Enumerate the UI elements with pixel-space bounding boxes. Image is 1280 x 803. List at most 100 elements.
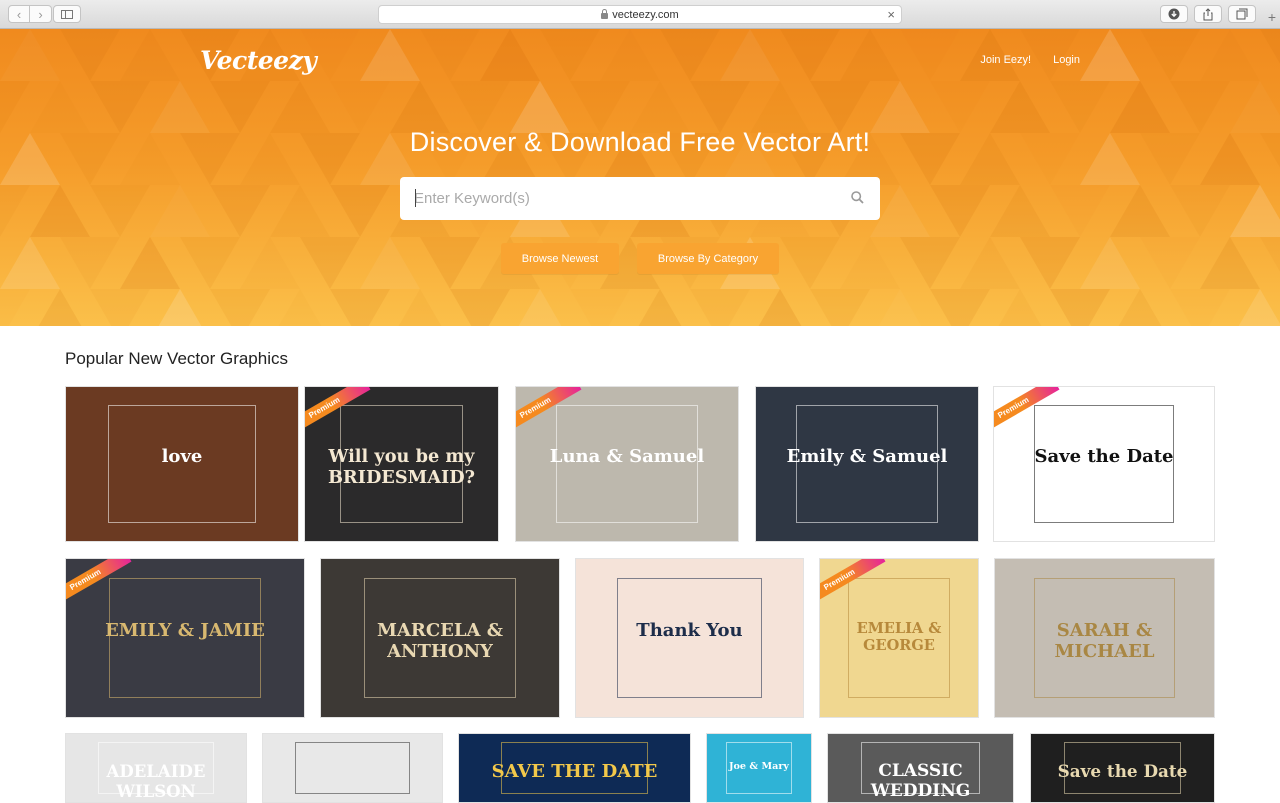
pattern-triangle bbox=[1050, 289, 1110, 326]
pattern-triangle bbox=[1260, 29, 1280, 81]
pattern-triangle bbox=[0, 237, 60, 289]
vector-thumbnail[interactable]: MARCELA & ANTHONY bbox=[320, 558, 560, 718]
search-icon[interactable] bbox=[851, 191, 864, 204]
downloads-button[interactable] bbox=[1160, 5, 1188, 23]
join-link[interactable]: Join Eezy! bbox=[980, 54, 1031, 66]
forward-button[interactable]: › bbox=[30, 5, 52, 23]
pattern-triangle bbox=[270, 81, 330, 133]
new-tab-icon[interactable]: + bbox=[1268, 9, 1276, 25]
vector-thumbnail[interactable]: Will you be my BRIDESMAID? Premium bbox=[304, 386, 499, 542]
thumbnail-artwork: CLASSIC WEDDING INVITATION bbox=[828, 734, 1013, 802]
thumbnail-title: MARCELA & ANTHONY bbox=[376, 619, 504, 662]
vector-thumbnail[interactable]: SARAH & MICHAEL bbox=[994, 558, 1215, 718]
pattern-triangle bbox=[900, 237, 960, 289]
thumbnail-artwork: Thank You bbox=[576, 559, 803, 717]
close-icon[interactable]: × bbox=[887, 7, 895, 22]
vector-thumbnail[interactable]: ADELAIDE WILSON bbox=[65, 733, 247, 803]
pattern-triangle bbox=[0, 289, 30, 326]
thumbnail-title: Joe & Mary bbox=[728, 760, 789, 772]
thumbnail-artwork: SARAH & MICHAEL bbox=[995, 559, 1214, 717]
thumbnail-artwork: love bbox=[66, 387, 298, 541]
thumbnail-title: ADELAIDE WILSON bbox=[106, 760, 206, 801]
pattern-triangle bbox=[930, 81, 990, 133]
pattern-triangle bbox=[1140, 237, 1200, 289]
pattern-triangle bbox=[1020, 237, 1080, 289]
pattern-triangle bbox=[1230, 185, 1280, 237]
browse-category-button[interactable]: Browse By Category bbox=[637, 243, 779, 274]
pattern-triangle bbox=[930, 185, 990, 237]
thumbnail-title: SAVE THE DATE bbox=[491, 760, 658, 782]
vector-thumbnail[interactable]: CLASSIC WEDDING INVITATION bbox=[827, 733, 1014, 803]
pattern-triangle bbox=[30, 185, 90, 237]
address-bar[interactable]: vecteezy.com × bbox=[378, 5, 902, 24]
pattern-triangle bbox=[1080, 29, 1140, 81]
pattern-triangle bbox=[1050, 185, 1110, 237]
pattern-triangle bbox=[60, 29, 120, 81]
pattern-triangle bbox=[750, 81, 810, 133]
pattern-triangle bbox=[1200, 29, 1260, 81]
pattern-triangle bbox=[600, 29, 660, 81]
pattern-triangle bbox=[0, 29, 60, 81]
pattern-triangle bbox=[150, 185, 210, 237]
vector-thumbnail[interactable]: Save the Date Premium bbox=[993, 386, 1215, 542]
pattern-triangle bbox=[390, 81, 450, 133]
vector-thumbnail[interactable]: love bbox=[65, 386, 299, 542]
pattern-triangle bbox=[510, 81, 570, 133]
tabs-overview-button[interactable] bbox=[1228, 5, 1256, 23]
share-icon bbox=[1203, 7, 1213, 20]
thumbnail-artwork: Joe & Mary bbox=[707, 734, 811, 802]
login-link[interactable]: Login bbox=[1053, 54, 1080, 66]
chevron-left-icon: ‹ bbox=[16, 6, 22, 22]
pattern-triangle bbox=[450, 289, 510, 326]
search-input[interactable] bbox=[414, 187, 834, 209]
thumbnail-artwork: Luna & Samuel bbox=[516, 387, 738, 541]
vector-thumbnail[interactable]: Emily & Samuel bbox=[755, 386, 979, 542]
thumbnail-artwork: Emily & Samuel bbox=[756, 387, 978, 541]
back-button[interactable]: ‹ bbox=[8, 5, 30, 23]
search-box bbox=[400, 177, 880, 220]
hero-title: Discover & Download Free Vector Art! bbox=[409, 127, 871, 157]
thumbnail-artwork: MARCELA & ANTHONY bbox=[321, 559, 559, 717]
pattern-triangle bbox=[1110, 185, 1170, 237]
thumbnail-title: Save the Date bbox=[1057, 760, 1188, 781]
chevron-right-icon: › bbox=[38, 6, 43, 22]
pattern-triangle bbox=[360, 29, 420, 81]
pattern-triangle bbox=[0, 185, 30, 237]
vector-thumbnail[interactable] bbox=[262, 733, 443, 803]
thumbnail-title: Save the Date bbox=[1034, 446, 1174, 468]
pattern-triangle bbox=[900, 29, 960, 81]
vector-thumbnail[interactable]: Save the Date bbox=[1030, 733, 1215, 803]
pattern-triangle bbox=[360, 237, 420, 289]
share-button[interactable] bbox=[1194, 5, 1222, 23]
pattern-triangle bbox=[420, 29, 480, 81]
pattern-triangle bbox=[1260, 237, 1280, 289]
pattern-triangle bbox=[210, 289, 270, 326]
vector-thumbnail[interactable]: SAVE THE DATE bbox=[458, 733, 691, 803]
browse-newest-button[interactable]: Browse Newest bbox=[501, 243, 619, 274]
vector-thumbnail[interactable]: Thank You bbox=[575, 558, 804, 718]
pattern-triangle bbox=[870, 81, 930, 133]
vector-thumbnail[interactable]: Luna & Samuel Premium bbox=[515, 386, 739, 542]
pattern-triangle bbox=[1230, 81, 1280, 133]
pattern-triangle bbox=[990, 289, 1050, 326]
site-logo[interactable]: Vecteezy bbox=[200, 46, 317, 75]
pattern-triangle bbox=[810, 81, 870, 133]
pattern-triangle bbox=[330, 81, 390, 133]
pattern-triangle bbox=[210, 81, 270, 133]
vector-thumbnail[interactable]: EMELIA & GEORGE Premium bbox=[819, 558, 979, 718]
pattern-triangle bbox=[570, 81, 630, 133]
thumbnail-artwork: ADELAIDE WILSON bbox=[66, 734, 246, 802]
pattern-triangle bbox=[870, 289, 930, 326]
pattern-triangle bbox=[960, 237, 1020, 289]
pattern-triangle bbox=[270, 289, 330, 326]
pattern-triangle bbox=[510, 289, 570, 326]
thumbnail-artwork: SAVE THE DATE bbox=[459, 734, 690, 802]
thumbnail-title: EMELIA & GEORGE bbox=[856, 619, 942, 654]
vector-thumbnail[interactable]: Joe & Mary bbox=[706, 733, 812, 803]
sidebar-toggle-button[interactable] bbox=[53, 5, 81, 23]
vector-thumbnail[interactable]: EMILY & JAMIE Premium bbox=[65, 558, 305, 718]
pattern-triangle bbox=[990, 81, 1050, 133]
pattern-triangle bbox=[240, 237, 300, 289]
browser-toolbar: ‹ › vecteezy.com × + bbox=[0, 0, 1280, 29]
pattern-triangle bbox=[1200, 237, 1260, 289]
